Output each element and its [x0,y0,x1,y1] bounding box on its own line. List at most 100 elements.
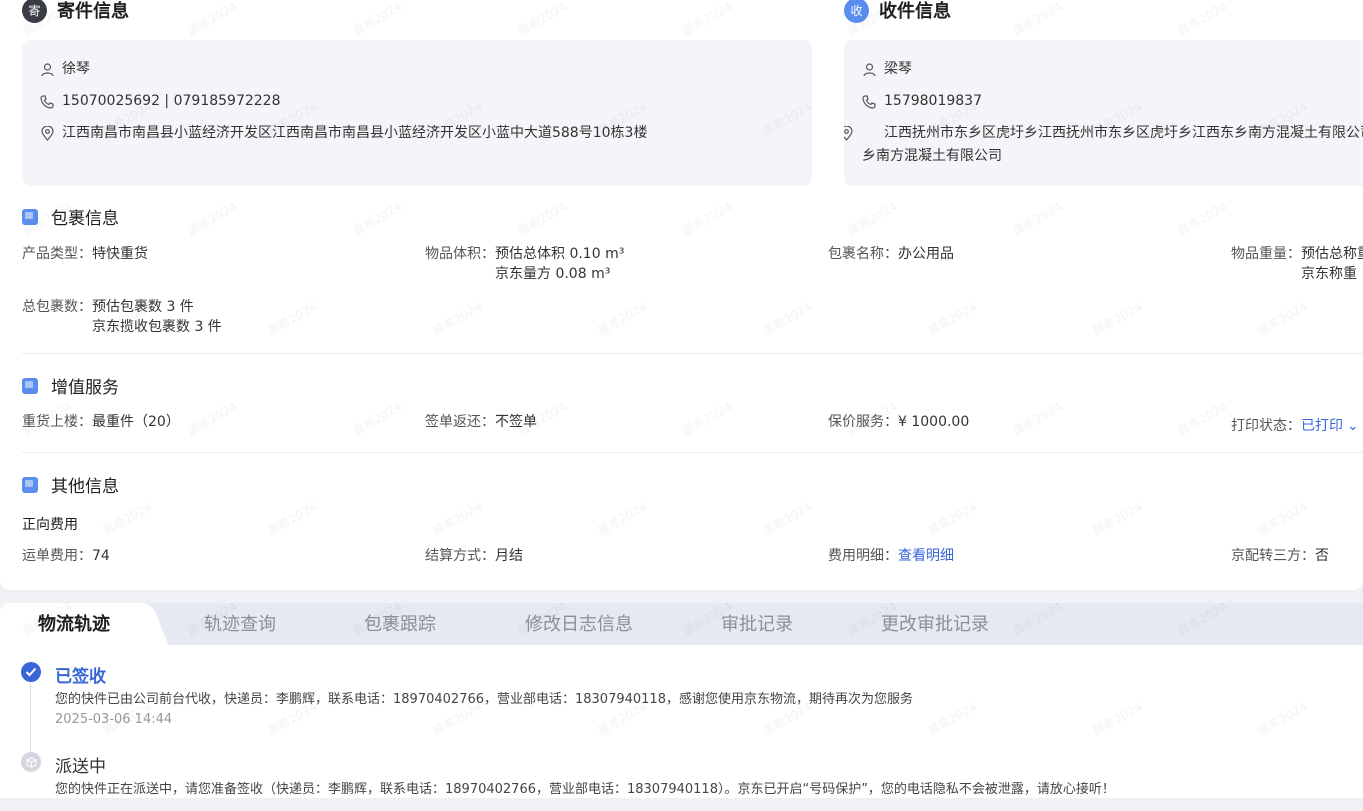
divider [22,452,1363,453]
fee-detail-label: 费用明细： [828,548,898,564]
other-section-title: 其他信息 [22,472,119,497]
insurance-label: 保价服务： [828,414,898,430]
package-count-estimate: 预估包裹数 3 件 [92,299,194,315]
package-count-field: 总包裹数： 预估包裹数 3 件 京东揽收包裹数 3 件 [22,297,222,337]
timeline-time-signed: 2025-03-06 14:44 [55,712,173,727]
weight-field: 物品重量： 预估总称重 京东称重 [1231,244,1363,284]
volume-estimate: 预估总体积 0.10 m³ [495,246,625,262]
tab-change-log[interactable]: 修改日志信息 [525,603,633,645]
sender-section-title: 寄 寄件信息 [22,0,129,23]
document-icon [22,476,38,493]
package-section-title: 包裹信息 [22,204,119,229]
sender-address: 江西南昌市南昌县小蓝经济开发区江西南昌市南昌县小蓝经济开发区小蓝中大道588号1… [62,125,648,141]
third-party-value: 否 [1315,548,1329,564]
tab-package-tracking[interactable]: 包裹跟踪 [364,603,436,645]
volume-jd: 京东量方 0.08 m³ [495,266,611,282]
print-status-field: 打印状态： 已打印 ⌄ [1231,416,1359,436]
receiver-name-row: 梁琴 [862,58,912,81]
receiver-address-clip: 江西抚州市东乡区虎圩乡江西抚州市东乡区虎圩乡江西东乡南方混凝土有限公司东乡南方混… [844,122,1363,172]
third-party-field: 京配转三方： 否 [1231,546,1329,566]
weight-label: 物品重量： [1231,246,1301,262]
product-type-field: 产品类型： 特快重货 [22,244,148,264]
sender-name: 徐琴 [62,61,90,77]
check-circle-icon [21,662,41,682]
receiver-phone-row: 15798019837 [862,90,982,113]
sender-phone: 15070025692 | 079185972228 [62,93,281,109]
settlement-value: 月结 [495,548,523,564]
timeline-status-signed: 已签收 [55,667,106,687]
package-title: 包裹信息 [51,209,119,229]
phone-icon [862,90,876,113]
waybill-fee-field: 运单费用： 74 [22,546,110,566]
tab-bar: 物流轨迹 轨迹查询 包裹跟踪 修改日志信息 审批记录 更改审批记录 [0,603,1363,645]
view-fee-detail-link[interactable]: 查看明细 [898,546,954,566]
tab-track-query[interactable]: 轨迹查询 [204,603,276,645]
user-icon [40,58,54,81]
receiver-section-title: 收 收件信息 [844,0,951,23]
sender-info-box: 徐琴 15070025692 | 079185972228 江西南昌市南昌县小蓝… [22,40,812,186]
package-name-label: 包裹名称： [828,246,898,262]
tab-logistics-track[interactable]: 物流轨迹 [0,603,146,645]
package-count-label: 总包裹数： [22,299,92,315]
receiver-title: 收件信息 [879,1,951,22]
forward-fee-heading: 正向费用 [22,515,78,535]
tab-change-approval-records[interactable]: 更改审批记录 [881,603,989,645]
volume-field: 物品体积： 预估总体积 0.10 m³ 京东量方 0.08 m³ [425,244,624,284]
product-type-value: 特快重货 [92,246,148,262]
sender-badge: 寄 [22,0,47,23]
sender-address-row: 江西南昌市南昌县小蓝经济开发区江西南昌市南昌县小蓝经济开发区小蓝中大道588号1… [40,122,647,145]
tab-approval-records[interactable]: 审批记录 [721,603,793,645]
insurance-field: 保价服务： ¥ 1000.00 [828,412,969,432]
volume-label: 物品体积： [425,246,495,262]
waybill-fee-value: 74 [92,548,110,564]
logistics-timeline [0,645,1363,798]
print-status-value[interactable]: 已打印 [1301,416,1343,436]
package-icon [22,208,38,225]
delivery-box-icon [21,752,41,772]
settlement-label: 结算方式： [425,548,495,564]
waybill-fee-label: 运单费用： [22,548,92,564]
receiver-badge: 收 [844,0,869,23]
order-detail-card: 寄 寄件信息 徐琴 15070025692 | 079185972228 江西南… [0,0,1363,590]
upstairs-field: 重货上楼： 最重件（20） [22,412,180,432]
timeline-connector [30,684,31,752]
divider [22,353,1363,354]
upstairs-value: 最重件（20） [92,414,180,430]
sender-phone-row: 15070025692 | 079185972228 [40,90,280,113]
timeline-status-delivering: 派送中 [55,757,106,777]
package-name-field: 包裹名称： 办公用品 [828,244,954,264]
services-section-title: 增值服务 [22,373,119,398]
services-title: 增值服务 [51,378,119,398]
timeline-desc-signed: 您的快件已由公司前台代收，快递员：李鹏辉，联系电话：18970402766，营业… [55,692,913,707]
service-icon [22,377,38,394]
receiver-phone: 15798019837 [884,93,982,109]
forward-fee-text: 正向费用 [22,517,78,533]
fee-detail-field: 费用明细： 查看明细 [828,546,954,566]
package-name-value: 办公用品 [898,246,954,262]
receiver-address: 江西抚州市东乡区虎圩乡江西抚州市东乡区虎圩乡江西东乡南方混凝土有限公司东乡南方混… [862,125,1363,164]
settlement-field: 结算方式： 月结 [425,546,523,566]
weight-jd: 京东称重 [1301,266,1357,282]
product-type-label: 产品类型： [22,246,92,262]
phone-icon [40,90,54,113]
timeline-desc-delivering: 您的快件正在派送中，请您准备签收（快递员：李鹏辉，联系电话：1897040276… [55,782,1115,797]
print-status-label: 打印状态： [1231,418,1301,434]
receiver-name: 梁琴 [884,61,912,77]
other-title: 其他信息 [51,477,119,497]
location-icon [40,122,54,145]
upstairs-label: 重货上楼： [22,414,92,430]
third-party-label: 京配转三方： [1231,548,1315,564]
location-icon [844,125,853,149]
sender-title: 寄件信息 [57,1,129,22]
sign-return-value: 不签单 [495,414,537,430]
sign-return-field: 签单返还： 不签单 [425,412,537,432]
weight-estimate: 预估总称重 [1301,246,1363,262]
insurance-value: ¥ 1000.00 [898,414,970,430]
sender-name-row: 徐琴 [40,58,90,81]
user-icon [862,58,876,81]
package-count-jd: 京东揽收包裹数 3 件 [92,319,222,335]
receiver-info-box: 梁琴 15798019837 江西抚州市东乡区虎圩乡江西抚州市东乡区虎圩乡江西东… [844,40,1363,186]
sign-return-label: 签单返还： [425,414,495,430]
chevron-down-icon[interactable]: ⌄ [1347,416,1359,436]
receiver-address-row: 江西抚州市东乡区虎圩乡江西抚州市东乡区虎圩乡江西东乡南方混凝土有限公司东乡南方混… [844,122,1363,168]
